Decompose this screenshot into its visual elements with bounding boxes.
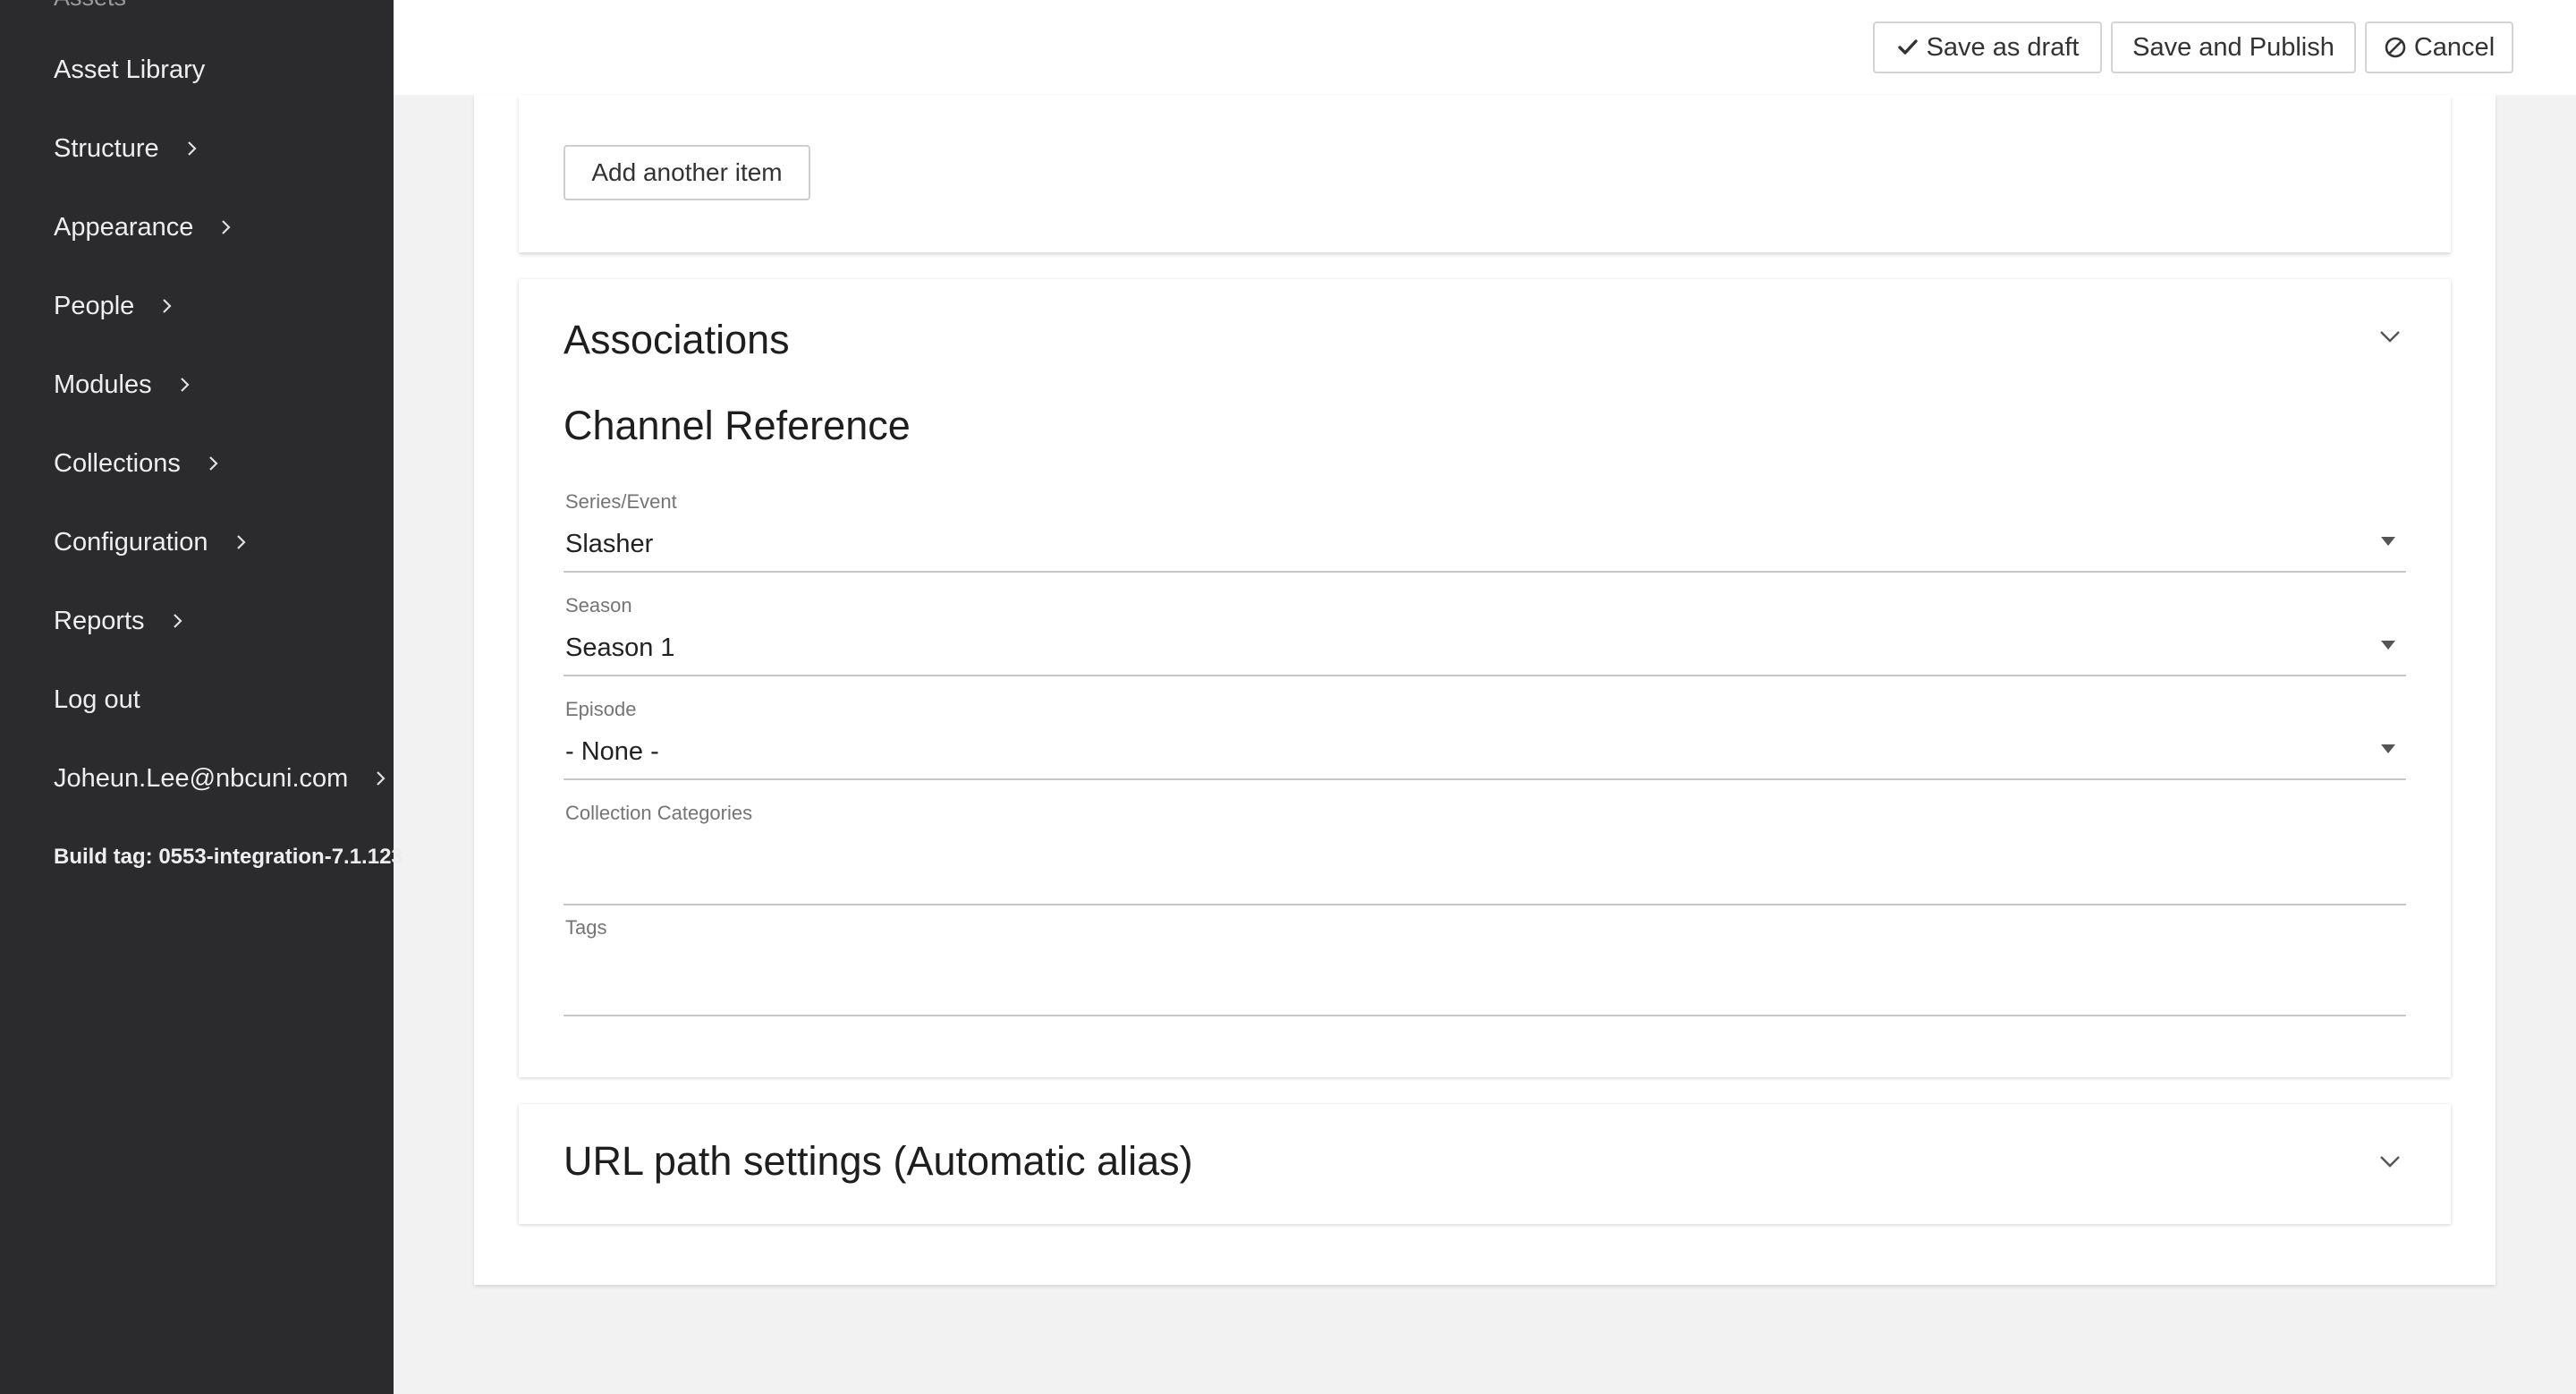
- field-underline: [564, 904, 2406, 905]
- chevron-right-icon: [172, 371, 199, 398]
- chevron-down-icon[interactable]: [2374, 1145, 2406, 1177]
- save-and-publish-label: Save and Publish: [2132, 32, 2334, 62]
- field-underline: [564, 675, 2406, 676]
- series-event-label: Series/Event: [565, 490, 677, 513]
- channel-reference-heading: Channel Reference: [564, 403, 911, 448]
- season-value: Season 1: [565, 633, 675, 662]
- collection-categories-input[interactable]: Collection Categories: [564, 802, 2406, 905]
- chevron-right-icon: [228, 529, 255, 556]
- chevron-right-icon: [165, 608, 191, 634]
- series-event-select[interactable]: Series/Event Slasher: [564, 490, 2406, 573]
- tags-input[interactable]: Tags: [564, 916, 2406, 1016]
- sidebar-item-label: Modules: [54, 370, 152, 399]
- cancel-label: Cancel: [2413, 32, 2496, 62]
- caret-down-icon[interactable]: [2381, 744, 2395, 753]
- episode-label: Episode: [565, 698, 637, 720]
- cancel-button[interactable]: Cancel: [2365, 21, 2513, 73]
- episode-select[interactable]: Episode - None -: [564, 698, 2406, 780]
- sidebar-item-label: Log out: [54, 684, 140, 714]
- sidebar-item-label: Collections: [54, 448, 181, 478]
- chevron-down-icon[interactable]: [2374, 320, 2406, 353]
- associations-title[interactable]: Associations: [564, 317, 790, 363]
- sidebar-item-label: Reports: [54, 606, 145, 635]
- sidebar-item-configuration[interactable]: Configuration: [54, 515, 255, 569]
- sidebar-item-label: Joheun.Lee@nbcuni.com: [54, 763, 349, 793]
- caret-down-icon[interactable]: [2381, 537, 2395, 546]
- sidebar-item-asset-library[interactable]: Asset Library: [54, 43, 205, 97]
- sidebar-item-user-account[interactable]: Joheun.Lee@nbcuni.com: [54, 752, 394, 805]
- series-event-value: Slasher: [565, 530, 654, 558]
- sidebar-item-label: Appearance: [54, 212, 194, 242]
- season-select[interactable]: Season Season 1: [564, 594, 2406, 676]
- field-underline: [564, 571, 2406, 573]
- field-underline: [564, 1015, 2406, 1016]
- tags-label: Tags: [565, 916, 607, 939]
- save-and-publish-button[interactable]: Save and Publish: [2111, 21, 2356, 73]
- sidebar-item-label: People: [54, 291, 135, 320]
- chevron-right-icon: [154, 293, 181, 319]
- sidebar-item-structure[interactable]: Structure: [54, 122, 206, 175]
- check-icon: [1896, 36, 1919, 59]
- save-as-draft-label: Save as draft: [1926, 32, 2080, 62]
- chevron-right-icon: [368, 765, 394, 792]
- url-path-settings-title[interactable]: URL path settings (Automatic alias): [564, 1138, 1193, 1185]
- sidebar-item-collections[interactable]: Collections: [54, 437, 227, 490]
- multivalue-field-card: Add another item: [519, 95, 2451, 252]
- build-tag: Build tag: 0553-integration-7.1.123: [54, 845, 403, 869]
- url-path-settings-section: URL path settings (Automatic alias): [519, 1104, 2451, 1224]
- sidebar-item-label: Structure: [54, 133, 159, 163]
- sidebar-item-appearance[interactable]: Appearance: [54, 200, 240, 254]
- sidebar-item-modules[interactable]: Modules: [54, 358, 199, 412]
- ban-icon: [2384, 36, 2407, 59]
- field-underline: [564, 778, 2406, 780]
- sidebar-item-label: Configuration: [54, 527, 208, 557]
- episode-value: - None -: [565, 737, 659, 766]
- save-as-draft-button[interactable]: Save as draft: [1873, 21, 2102, 73]
- sidebar-item-people[interactable]: People: [54, 279, 181, 333]
- collection-categories-label: Collection Categories: [565, 802, 753, 824]
- admin-sidebar: Assets Asset Library Structure Appearanc…: [0, 0, 403, 1394]
- chevron-right-icon: [200, 450, 227, 477]
- add-another-item-button[interactable]: Add another item: [564, 145, 810, 200]
- sidebar-item-logout[interactable]: Log out: [54, 673, 140, 727]
- chevron-right-icon: [213, 214, 240, 241]
- caret-down-icon[interactable]: [2381, 641, 2395, 650]
- chevron-right-icon: [179, 135, 206, 162]
- sidebar-item-reports[interactable]: Reports: [54, 594, 191, 648]
- sidebar-top-item-partial[interactable]: Assets: [54, 0, 126, 12]
- season-label: Season: [565, 594, 632, 616]
- associations-section: Associations Channel Reference Series/Ev…: [519, 279, 2451, 1077]
- sidebar-item-label: Asset Library: [54, 55, 206, 84]
